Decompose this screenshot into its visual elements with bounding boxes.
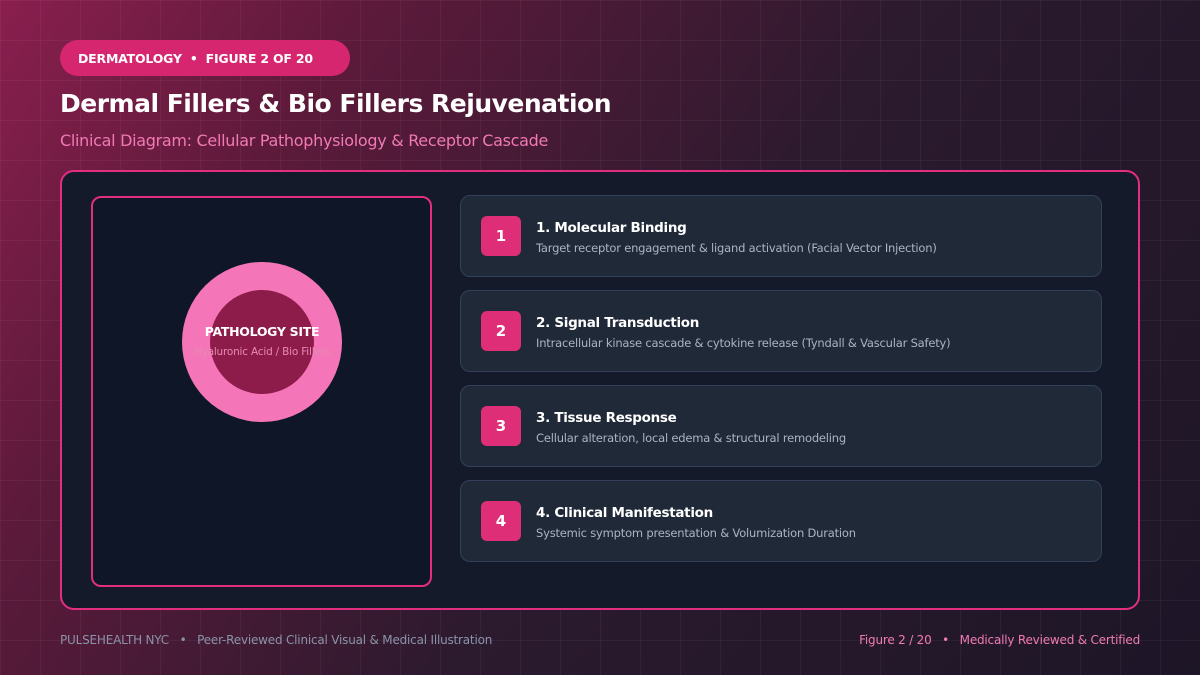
step-card-1: 1 1. Molecular Binding Target receptor e… [460,195,1102,277]
pathology-site-sublabel-clip: Hyaluronic Acid / Bio Fillers [182,346,342,362]
category-badge: DERMATOLOGY • FIGURE 2 OF 20 [60,40,350,76]
step-description: Intracellular kinase cascade & cytokine … [536,336,951,350]
step-card-4: 4 4. Clinical Manifestation Systemic sym… [460,480,1102,562]
footer-figure-page: Figure 2 / 20 [859,633,932,647]
step-description: Cellular alteration, local edema & struc… [536,431,846,445]
badge-separator: • [189,50,198,66]
footer-separator: • [942,633,950,647]
step-description: Target receptor engagement & ligand acti… [536,241,937,255]
step-description: Systemic symptom presentation & Volumiza… [536,526,856,540]
pathology-site-sublabel: Hyaluronic Acid / Bio Fillers [193,346,331,358]
footer-figure-info: Figure 2 / 20 • Medically Reviewed & Cer… [859,633,1140,647]
step-title: 1. Molecular Binding [536,220,687,236]
step-number-badge: 3 [481,406,521,446]
page-title: Dermal Fillers & Bio Fillers Rejuvenatio… [60,89,612,118]
footer-separator: • [179,633,187,647]
step-number-badge: 2 [481,311,521,351]
pathology-ring [182,262,342,422]
step-number-badge: 1 [481,216,521,256]
footer-certification: Medically Reviewed & Certified [959,633,1141,647]
pathology-site-label: PATHOLOGY SITE [204,324,320,339]
figure-badge-label: FIGURE 2 OF 20 [205,50,313,66]
step-number-badge: 4 [481,501,521,541]
category-label: DERMATOLOGY [78,50,182,66]
page-subtitle: Clinical Diagram: Cellular Pathophysiolo… [60,131,549,150]
step-title: 4. Clinical Manifestation [536,505,713,521]
main-panel: PATHOLOGY SITE Hyaluronic Acid / Bio Fil… [60,170,1140,610]
footer-brand: PULSEHEALTH NYC [60,633,169,647]
footer-credit: PULSEHEALTH NYC • Peer-Reviewed Clinical… [60,633,492,647]
step-card-2: 2 2. Signal Transduction Intracellular k… [460,290,1102,372]
step-title: 2. Signal Transduction [536,315,700,331]
pathology-core [210,290,314,394]
footer-tagline: Peer-Reviewed Clinical Visual & Medical … [197,633,493,647]
pathology-diagram: PATHOLOGY SITE Hyaluronic Acid / Bio Fil… [91,196,432,587]
step-card-3: 3 3. Tissue Response Cellular alteration… [460,385,1102,467]
step-title: 3. Tissue Response [536,410,677,426]
